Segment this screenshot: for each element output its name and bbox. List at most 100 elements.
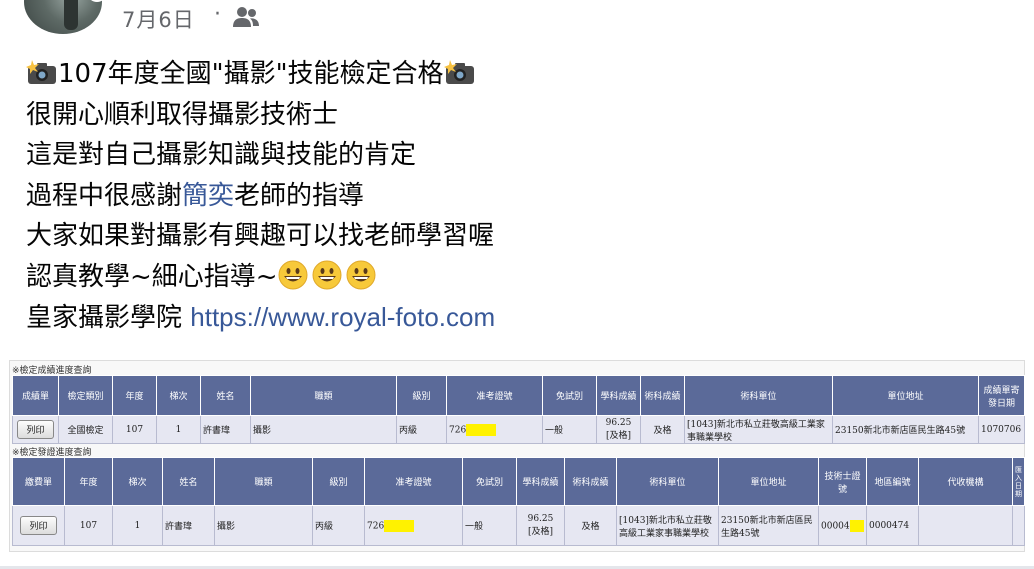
post-title-text: 107年度全國"攝影"技能檢定合格 (58, 59, 444, 89)
ticket-number: 726 (367, 521, 385, 531)
table-row: 列印 全國檢定 107 1 許書瑋 攝影 丙級 726 一般 96.25 [及格]… (12, 415, 1025, 444)
redaction-mask (466, 423, 497, 436)
written-score: 96.25 (527, 514, 554, 524)
cert-number: 00004 (821, 521, 850, 531)
column-header: 地區編號 (866, 457, 919, 506)
column-header: 術科成績 (564, 457, 617, 506)
print-button[interactable]: 列印 (20, 516, 57, 535)
column-header: 成績單寄發日期 (978, 375, 1025, 416)
column-header: 姓名 (200, 375, 251, 416)
friends-icon[interactable] (232, 6, 260, 28)
score-header-row: 成績單 檢定類別 年度 梯次 姓名 職類 級別 准考證號 免試別 學科成績 術科… (12, 375, 1025, 416)
column-header: 成績單 (12, 375, 59, 416)
column-header: 年度 (112, 375, 157, 416)
exam-record-image[interactable]: ※檢定成績進度查詢 成績單 檢定類別 年度 梯次 姓名 職類 級別 准考證號 免… (9, 360, 1025, 552)
cell-year: 107 (64, 505, 113, 546)
post-line-6: 認真教學~細心指導~ (26, 257, 1006, 298)
cell-written: 96.25 [及格] (516, 505, 565, 546)
cell-agency (918, 505, 1013, 546)
column-header: 技術士證號 (818, 457, 867, 506)
cell-batch: 1 (156, 415, 201, 444)
table-row: 列印 107 1 許書瑋 攝影 丙級 726 一般 96.25 [及格] 及格 [… (12, 505, 1025, 546)
column-header: 梯次 (156, 375, 201, 416)
post-date[interactable]: 7月6日 (122, 4, 195, 34)
written-score: 96.25 (605, 418, 632, 428)
column-header: 繳費單 (12, 457, 65, 506)
written-result: [及格] (605, 431, 632, 441)
column-header: 姓名 (162, 457, 215, 506)
cell-exempt: 一般 (462, 505, 517, 546)
column-header: 檢定類別 (58, 375, 113, 416)
cell-level: 丙級 (312, 505, 365, 546)
post-line-title: 107年度全國"攝影"技能檢定合格 (26, 54, 1006, 95)
mention-link[interactable]: 簡奕 (182, 181, 234, 211)
post-line-4: 過程中很感謝簡奕老師的指導 (26, 176, 1006, 217)
camera-flash-icon (26, 60, 56, 84)
cell-area-no: 0000474 (866, 505, 919, 546)
cell-category: 全國檢定 (58, 415, 113, 444)
column-header: 免試別 (462, 457, 517, 506)
cell-address: 23150新北市新店區民生路45號 (718, 505, 819, 546)
post-line-2: 很開心順利取得攝影技術士 (26, 99, 339, 130)
column-header: 術科單位 (684, 375, 833, 416)
column-header: 級別 (312, 457, 365, 506)
cell-name: 許書瑋 (162, 505, 215, 546)
profile-photo[interactable] (24, 0, 102, 34)
cell-job: 攝影 (250, 415, 397, 444)
cell-exempt: 一般 (542, 415, 597, 444)
cell-ticket: 726 (446, 415, 543, 444)
cell-unit: [1043]新北市私立莊敬高級工業家事職業學校 (684, 415, 833, 444)
redaction-mask (384, 519, 415, 532)
redaction-mask (849, 519, 864, 532)
print-cell: 列印 (12, 415, 59, 444)
header-separator: · (214, 2, 221, 27)
column-header: 術科單位 (616, 457, 719, 506)
thanks-text: 過程中很感謝 (26, 180, 183, 211)
cell-address: 23150新北市新店區民生路45號 (832, 415, 979, 444)
column-header: 年度 (64, 457, 113, 506)
cell-practical: 及格 (564, 505, 617, 546)
website-link[interactable]: https://www.royal-foto.com (190, 302, 495, 332)
print-button[interactable]: 列印 (17, 420, 54, 439)
cell-job: 攝影 (214, 505, 313, 546)
cell-name: 許書瑋 (200, 415, 251, 444)
cell-practical: 及格 (640, 415, 685, 444)
grinning-face-icon (312, 260, 342, 289)
cell-batch: 1 (112, 505, 163, 546)
column-header: 單位地址 (832, 375, 979, 416)
column-header: 級別 (396, 375, 447, 416)
cell-written: 96.25 [及格] (596, 415, 641, 444)
post-line-3: 這是對自己攝影知識與技能的肯定 (26, 140, 417, 170)
cell-mail-date: 1070706 (978, 415, 1025, 444)
column-header: 准考證號 (364, 457, 463, 506)
grinning-face-icon (278, 260, 308, 289)
written-result: [及格] (527, 527, 554, 537)
post-line-5: 大家如果對攝影有興趣可以找老師學習喔 (26, 221, 495, 251)
column-header: 准考證號 (446, 375, 543, 416)
cell-level: 丙級 (396, 415, 447, 444)
cell-unit: [1043]新北市私立莊敬高級工業家事職業學校 (616, 505, 719, 546)
post-line-7: 皇家攝影學院 https://www.royal-foto.com (26, 297, 1006, 338)
column-header: 免試別 (542, 375, 597, 416)
column-header: 職類 (250, 375, 397, 416)
column-header: 術科成績 (640, 375, 685, 416)
cell-ticket: 726 (364, 505, 463, 546)
avatar[interactable] (24, 0, 107, 34)
teaching-text: 認真教學~細心指導~ (26, 261, 278, 292)
grinning-face-icon (346, 260, 376, 289)
column-header: 學科成績 (596, 375, 641, 416)
post-text: 107年度全國"攝影"技能檢定合格 很開心順利取得攝影技術士 這是對自己攝影知識… (26, 54, 1006, 338)
academy-name: 皇家攝影學院 (26, 303, 191, 333)
ticket-number: 726 (449, 425, 467, 435)
column-header: 單位地址 (718, 457, 819, 506)
cell-cert-no: 00004 (818, 505, 867, 546)
column-header: 學科成績 (516, 457, 565, 506)
cell-year: 107 (112, 415, 157, 444)
post-header: 7月6日 · (0, 0, 1034, 40)
print-cell: 列印 (12, 505, 65, 546)
column-header: 梯次 (112, 457, 163, 506)
license-table: 繳費單 年度 梯次 姓名 職類 級別 准考證號 免試別 學科成績 術科成績 術科… (12, 457, 1025, 546)
column-header: 職類 (214, 457, 313, 506)
license-header-row: 繳費單 年度 梯次 姓名 職類 級別 准考證號 免試別 學科成績 術科成績 術科… (12, 457, 1025, 506)
column-header: 匯入日期 (1012, 457, 1025, 506)
